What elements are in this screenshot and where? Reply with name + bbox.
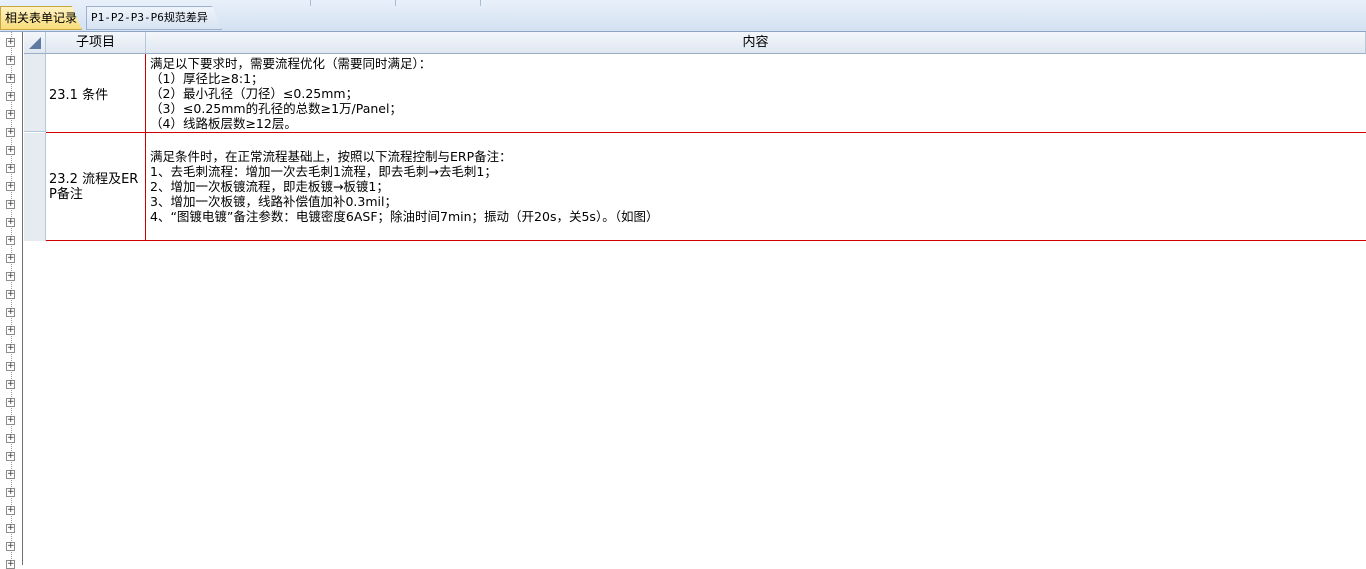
plus-box-icon[interactable]: + <box>6 200 15 209</box>
plus-box-icon[interactable]: + <box>6 380 15 389</box>
tab-bar-decoration <box>395 0 481 6</box>
row-separator <box>46 240 1366 241</box>
plus-box-icon[interactable]: + <box>6 128 15 137</box>
plus-box-icon[interactable]: + <box>6 182 15 191</box>
row-selector[interactable] <box>24 133 46 241</box>
plus-box-icon[interactable]: + <box>6 344 15 353</box>
plus-box-icon[interactable]: + <box>6 362 15 371</box>
cell-sub-item-text: 23.2 流程及ERP备注 <box>49 172 139 202</box>
tab-bar: 相关表单记录 P1-P2-P3-P6规范差异 <box>0 0 1366 32</box>
cell-content[interactable]: 满足以下要求时，需要流程优化（需要同时满足）： （1）厚径比≥8:1； （2）最… <box>146 56 1366 132</box>
cell-content[interactable]: 满足条件时，在正常流程基础上，按照以下流程控制与ERP备注： 1、去毛刺流程：增… <box>146 149 1366 239</box>
plus-box-icon[interactable]: + <box>6 470 15 479</box>
plus-box-icon[interactable]: + <box>6 326 15 335</box>
cell-sub-item[interactable]: 23.1 条件 <box>46 54 146 132</box>
plus-box-icon[interactable]: + <box>6 524 15 533</box>
plus-box-icon[interactable]: + <box>6 164 15 173</box>
plus-box-icon[interactable]: + <box>6 308 15 317</box>
plus-box-icon[interactable]: + <box>6 542 15 551</box>
plus-box-icon[interactable]: + <box>6 272 15 281</box>
plus-box-icon[interactable]: + <box>6 434 15 443</box>
plus-box-icon[interactable]: + <box>6 236 15 245</box>
row-separator <box>46 132 1366 133</box>
plus-box-icon[interactable]: + <box>6 506 15 515</box>
plus-box-icon[interactable]: + <box>6 56 15 65</box>
plus-box-icon[interactable]: + <box>6 488 15 497</box>
select-all-corner-icon <box>29 37 41 49</box>
plus-box-icon[interactable]: + <box>6 290 15 299</box>
tab-spec-differences[interactable]: P1-P2-P3-P6规范差异 <box>86 6 222 30</box>
cell-sub-item[interactable]: 23.2 流程及ERP备注 <box>46 133 146 241</box>
column-header-content[interactable]: 内容 <box>146 32 1366 54</box>
plus-box-icon[interactable]: + <box>6 74 15 83</box>
plus-box-icon[interactable]: + <box>6 146 15 155</box>
tab-bar-decoration <box>225 0 311 6</box>
plus-box-icon[interactable]: + <box>6 452 15 461</box>
plus-box-icon[interactable]: + <box>6 254 15 263</box>
row-selector[interactable] <box>24 54 46 132</box>
column-header-sub-item[interactable]: 子项目 <box>46 32 146 54</box>
select-all-corner[interactable] <box>24 32 46 54</box>
data-grid: 子项目 内容 23.1 条件 满足以下要求时，需要流程优化（需要同时满足）： （… <box>24 32 1366 565</box>
tab-bar-decoration <box>310 0 396 6</box>
cell-sub-item-text: 23.1 条件 <box>49 87 109 103</box>
cell-divider <box>145 133 146 241</box>
cell-divider <box>145 54 146 133</box>
plus-box-icon[interactable]: + <box>6 92 15 101</box>
plus-box-icon[interactable]: + <box>6 398 15 407</box>
plus-box-icon[interactable]: + <box>6 110 15 119</box>
plus-box-icon[interactable]: + <box>6 38 15 47</box>
tree-gutter: + + + + + + + + + + + + + + + + + + + + + + + + + + + + + + <box>0 32 23 569</box>
plus-box-icon[interactable]: + <box>6 416 15 425</box>
plus-box-icon[interactable]: + <box>6 218 15 227</box>
tab-related-forms[interactable]: 相关表单记录 <box>0 6 82 30</box>
